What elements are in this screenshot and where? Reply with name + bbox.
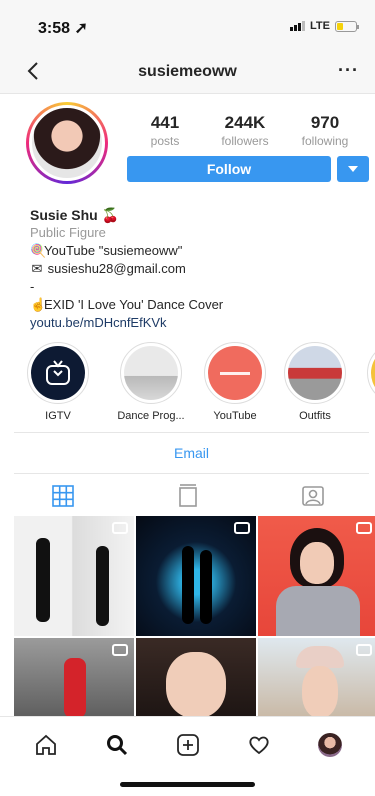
tagged-icon <box>301 486 324 506</box>
video-indicator-icon <box>356 644 372 656</box>
profile-stats: 441 posts 244K followers 970 following <box>130 113 360 148</box>
post-thumbnail[interactable] <box>14 638 134 718</box>
battery-icon <box>335 20 359 32</box>
network-label: LTE <box>310 20 330 32</box>
bio-link[interactable]: youtu.be/mDHcnfEfKVk <box>30 314 360 332</box>
post-thumbnail[interactable] <box>136 516 256 636</box>
post-thumbnail[interactable] <box>136 638 256 718</box>
home-indicator <box>120 782 255 787</box>
highlight-dance-progress[interactable]: Dance Prog... <box>115 342 187 422</box>
posts-label: posts <box>150 134 180 148</box>
location-arrow-icon: ➚ <box>74 20 88 37</box>
highlight-youtube[interactable]: YouTube <box>199 342 271 422</box>
heart-icon[interactable] <box>247 733 271 757</box>
display-name: Susie Shu 🍒 <box>30 207 120 223</box>
follow-button[interactable]: Follow <box>127 156 331 182</box>
post-thumbnail[interactable] <box>14 516 134 636</box>
highlight-label: Dance Prog... <box>117 410 185 422</box>
signal-icon <box>290 21 306 31</box>
profile-tabs <box>0 476 375 516</box>
video-indicator-icon <box>356 522 372 534</box>
post-thumbnail[interactable] <box>258 516 375 636</box>
home-icon[interactable] <box>34 733 58 757</box>
posts-stat[interactable]: 441 posts <box>130 113 200 148</box>
followers-count: 244K <box>224 113 266 132</box>
status-time: 3:58 ➚ <box>38 20 88 37</box>
post-thumbnail[interactable] <box>258 638 375 718</box>
pointing-hand-icon: ☝ <box>30 297 47 312</box>
category-label: Public Figure <box>30 225 106 240</box>
bio-line: - <box>30 279 35 294</box>
follow-actions: Follow <box>127 156 369 182</box>
profile-avatar[interactable] <box>26 102 108 184</box>
posts-grid <box>14 516 375 718</box>
following-stat[interactable]: 970 following <box>290 113 360 148</box>
status-bar: 3:58 ➚ LTE <box>0 0 375 50</box>
bio-line: ✉ susieshu28@gmail.com <box>31 261 186 276</box>
tab-tagged[interactable] <box>250 476 375 516</box>
profile-username-title: susiemeoww <box>138 63 237 80</box>
bio-line: ☝EXID 'I Love You' Dance Cover <box>30 297 224 312</box>
bio-line: 🍭YouTube "susiemeoww" <box>30 243 183 258</box>
bottom-tab-bar <box>0 716 375 772</box>
envelope-icon: ✉ <box>31 261 43 276</box>
chevron-down-icon <box>348 166 358 172</box>
add-icon[interactable] <box>176 733 200 757</box>
posts-count: 441 <box>150 113 180 132</box>
highlight-igtv[interactable]: IGTV <box>22 342 94 422</box>
igtv-icon <box>46 360 70 385</box>
lollipop-icon: 🍭 <box>30 243 47 258</box>
following-label: following <box>301 134 349 148</box>
profile-bio: Susie Shu 🍒 Public Figure 🍭YouTube "susi… <box>30 206 360 332</box>
video-indicator-icon <box>112 644 128 656</box>
highlight-label: YouTube <box>213 410 257 422</box>
following-count: 970 <box>310 113 340 132</box>
video-indicator-icon <box>112 522 128 534</box>
grid-icon <box>51 485 74 507</box>
tab-igtv[interactable] <box>125 476 250 516</box>
search-icon[interactable] <box>105 733 129 757</box>
highlight-outfits[interactable]: Outfits <box>279 342 351 422</box>
top-nav-bar: susiemeoww ··· <box>0 50 375 94</box>
story-highlights: IGTV Dance Prog... YouTube Outfits <box>0 342 375 428</box>
followers-stat[interactable]: 244K followers <box>210 113 280 148</box>
status-indicators: LTE <box>290 20 359 32</box>
tab-grid[interactable] <box>0 476 125 516</box>
profile-avatar[interactable] <box>317 732 342 757</box>
highlight-label: IGTV <box>45 410 71 422</box>
more-options-icon[interactable]: ··· <box>338 60 359 81</box>
highlight-label: Outfits <box>299 410 331 422</box>
email-button[interactable]: Email <box>14 432 369 474</box>
video-indicator-icon <box>234 522 250 534</box>
followers-label: followers <box>221 134 269 148</box>
highlight-partial[interactable] <box>362 342 375 404</box>
suggestions-dropdown-button[interactable] <box>337 156 369 182</box>
igtv-feed-icon <box>178 484 197 507</box>
